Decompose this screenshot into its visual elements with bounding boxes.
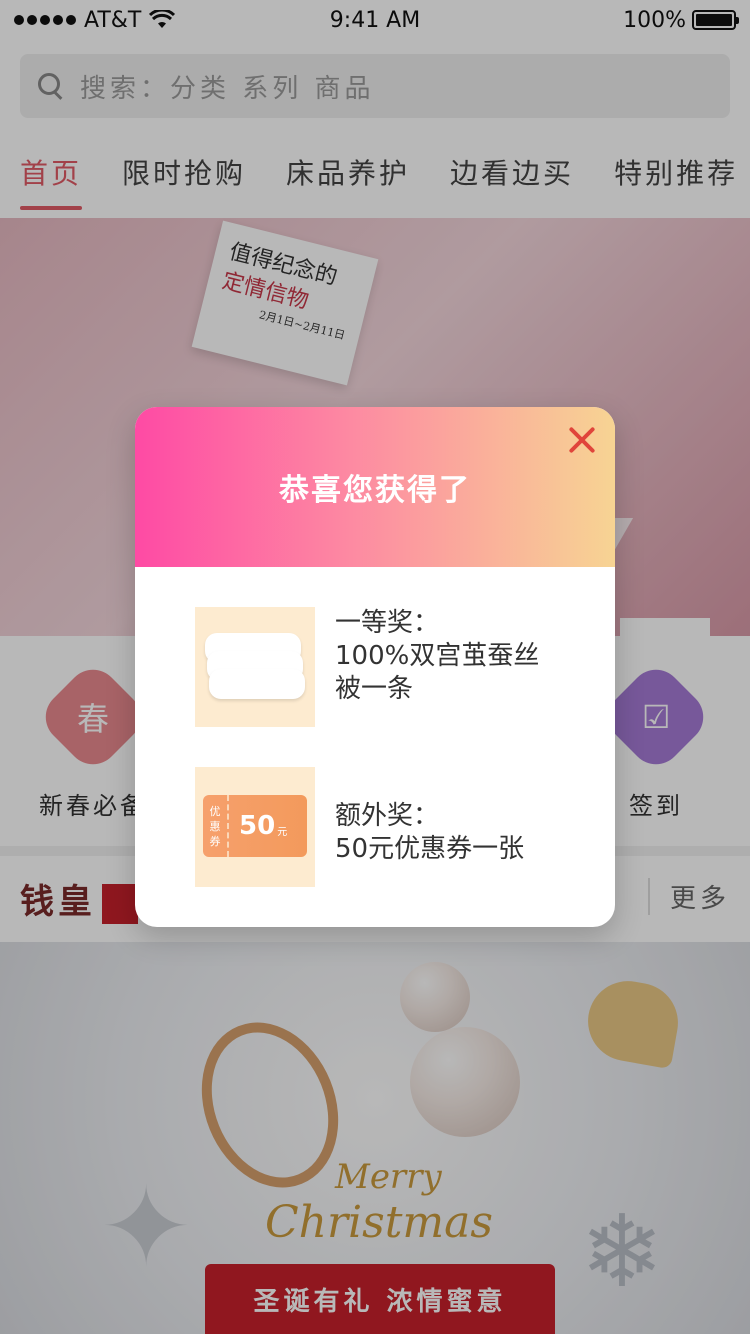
prize-first-text: 一等奖： 100%双宫茧蚕丝 被一条 xyxy=(335,607,539,727)
prize-extra-line-2: 50元优惠券一张 xyxy=(335,834,525,864)
coupon-icon: 优惠券 50 元 xyxy=(195,767,315,887)
coupon-value: 50 xyxy=(239,811,276,841)
coupon-unit: 元 xyxy=(277,826,288,838)
prize-first-line-3: 被一条 xyxy=(335,674,414,704)
quilt-image xyxy=(205,633,305,703)
silk-quilt-icon xyxy=(195,607,315,727)
coupon-side: 优惠券 xyxy=(203,795,229,857)
prize-extra-title: 额外奖： xyxy=(335,801,440,831)
prize-first-line-2: 100%双宫茧蚕丝 xyxy=(335,641,540,671)
prize-first: 一等奖： 100%双宫茧蚕丝 被一条 xyxy=(195,607,575,727)
modal-title: 恭喜您获得了 xyxy=(279,473,471,508)
modal-header: 恭喜您获得了 xyxy=(135,407,615,567)
coupon-image: 优惠券 50 元 xyxy=(203,795,307,857)
prize-modal: 恭喜您获得了 一等奖： 100%双宫茧蚕丝 被一条 优惠券 50 元 额外奖： … xyxy=(135,407,615,927)
prize-extra: 优惠券 50 元 额外奖： 50元优惠券一张 xyxy=(195,767,575,887)
close-icon[interactable] xyxy=(567,425,597,455)
prize-extra-text: 额外奖： 50元优惠券一张 xyxy=(335,767,524,887)
prize-first-title: 一等奖： xyxy=(335,608,440,638)
